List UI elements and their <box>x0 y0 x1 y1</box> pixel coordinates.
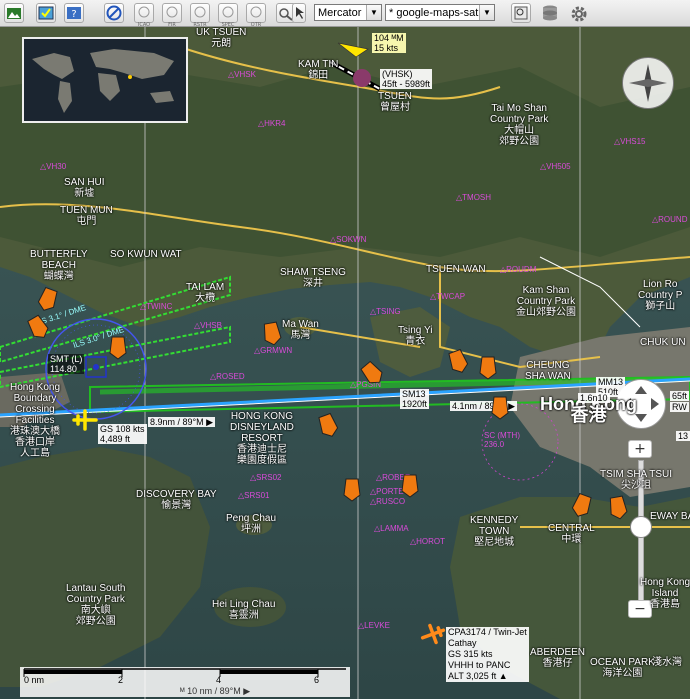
ship-marker[interactable] <box>447 348 470 375</box>
otr-icon[interactable]: OTR <box>246 3 266 28</box>
layer-select[interactable]: * google-maps-sat ▼ <box>385 4 495 21</box>
ship-marker[interactable] <box>317 412 340 439</box>
ship-marker[interactable] <box>36 286 59 313</box>
chevron-down-icon: ▼ <box>479 5 494 20</box>
disable-icon[interactable] <box>104 3 124 23</box>
ship-marker[interactable] <box>401 474 419 498</box>
home-icon[interactable] <box>4 3 24 23</box>
help-icon[interactable]: ? <box>64 3 84 23</box>
ship-marker[interactable] <box>262 321 282 346</box>
layer-value: * google-maps-sat <box>389 7 479 19</box>
map-view[interactable]: + − 0 nm 2 4 6 ᴹ 10 nm / 89°M ▶ UK TSUEN… <box>0 27 690 699</box>
ship-marker[interactable] <box>570 492 593 519</box>
ship-marker[interactable] <box>109 336 127 360</box>
picture-icon[interactable] <box>36 3 56 23</box>
ship-marker[interactable] <box>491 396 509 420</box>
rstr-icon[interactable]: RSTR <box>190 3 210 28</box>
database-icon[interactable] <box>540 3 560 23</box>
icao-icon[interactable]: ICAO <box>134 3 154 28</box>
svg-text:?: ? <box>71 9 76 20</box>
ship-marker[interactable] <box>343 478 361 502</box>
toolbar: ? ICAO FIR RSTR SPEC OTR Mercator ▼ * go… <box>0 0 690 28</box>
chevron-down-icon: ▼ <box>366 5 381 20</box>
zoom-window-icon[interactable] <box>511 3 531 23</box>
projection-select[interactable]: Mercator ▼ <box>314 4 382 21</box>
pointer-icon[interactable] <box>292 3 306 23</box>
gear-icon[interactable] <box>568 3 588 23</box>
spec-icon[interactable]: SPEC <box>218 3 238 28</box>
ship-marker[interactable] <box>26 314 51 341</box>
projection-value: Mercator <box>318 7 362 19</box>
fir-icon[interactable]: FIR <box>162 3 182 28</box>
ship-marker[interactable] <box>479 356 497 380</box>
ship-marker[interactable] <box>608 495 628 520</box>
ship-marker[interactable] <box>359 360 385 387</box>
ship-markers <box>26 286 628 520</box>
